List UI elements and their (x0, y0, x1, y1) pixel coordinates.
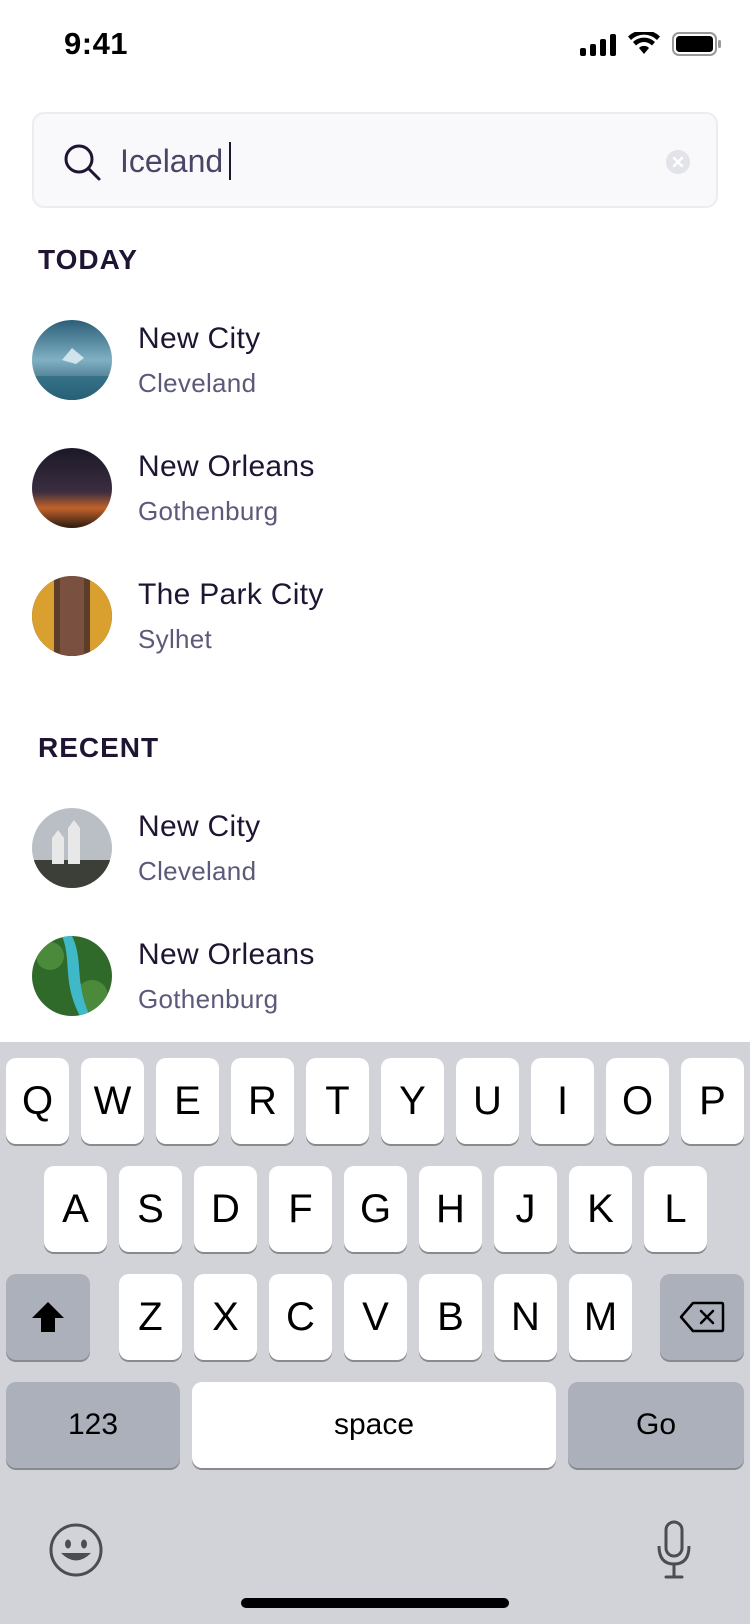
key-f[interactable]: F (269, 1166, 332, 1252)
item-title: New City (138, 810, 261, 843)
item-subtitle: Sylhet (138, 624, 213, 654)
key-j[interactable]: J (494, 1166, 557, 1252)
key-m[interactable]: M (569, 1274, 632, 1360)
key-h[interactable]: H (419, 1166, 482, 1252)
key-s[interactable]: S (119, 1166, 182, 1252)
microphone-icon[interactable] (656, 1520, 692, 1580)
key-d[interactable]: D (194, 1166, 257, 1252)
place-thumbnail (32, 808, 112, 888)
clear-icon[interactable] (666, 150, 690, 174)
key-e[interactable]: E (156, 1058, 219, 1144)
key-y[interactable]: Y (381, 1058, 444, 1144)
space-key[interactable]: space (192, 1382, 556, 1468)
key-p[interactable]: P (681, 1058, 744, 1144)
place-thumbnail (32, 448, 112, 528)
key-t[interactable]: T (306, 1058, 369, 1144)
key-r[interactable]: R (231, 1058, 294, 1144)
item-title: The Park City (138, 578, 324, 611)
key-b[interactable]: B (419, 1274, 482, 1360)
item-subtitle: Gothenburg (138, 496, 279, 526)
shift-icon (32, 1302, 64, 1332)
key-u[interactable]: U (456, 1058, 519, 1144)
backspace-icon (679, 1301, 725, 1333)
key-x[interactable]: X (194, 1274, 257, 1360)
list-item[interactable]: New Orleans Gothenburg (32, 936, 718, 1018)
numbers-key[interactable]: 123 (6, 1382, 180, 1468)
key-n[interactable]: N (494, 1274, 557, 1360)
key-g[interactable]: G (344, 1166, 407, 1252)
search-input[interactable]: Iceland (32, 112, 718, 208)
place-thumbnail (32, 320, 112, 400)
key-w[interactable]: W (81, 1058, 144, 1144)
key-l[interactable]: L (644, 1166, 707, 1252)
status-icons (580, 32, 722, 56)
place-thumbnail (32, 936, 112, 1016)
key-a[interactable]: A (44, 1166, 107, 1252)
list-item[interactable]: New Orleans Gothenburg (32, 448, 718, 530)
battery-icon (672, 32, 721, 56)
item-title: New Orleans (138, 938, 315, 971)
keyboard: Q W E R T Y U I O P A S D F G H J K L Z … (0, 1042, 750, 1624)
section-title-today: TODAY (38, 244, 138, 275)
key-z[interactable]: Z (119, 1274, 182, 1360)
text-caret (229, 142, 232, 180)
key-v[interactable]: V (344, 1274, 407, 1360)
item-title: New City (138, 322, 261, 355)
item-subtitle: Gothenburg (138, 984, 279, 1014)
search-text: Iceland (120, 143, 224, 179)
status-bar: 9:41 (0, 0, 750, 92)
section-title-recent: RECENT (38, 732, 160, 763)
key-o[interactable]: O (606, 1058, 669, 1144)
key-k[interactable]: K (569, 1166, 632, 1252)
home-indicator[interactable] (241, 1598, 509, 1608)
wifi-icon (628, 32, 660, 54)
key-c[interactable]: C (269, 1274, 332, 1360)
item-subtitle: Cleveland (138, 856, 257, 886)
list-item[interactable]: New City Cleveland (32, 808, 718, 890)
list-item[interactable]: New City Cleveland (32, 320, 718, 402)
emoji-icon[interactable] (48, 1522, 104, 1578)
search-icon (64, 144, 101, 181)
go-key[interactable]: Go (568, 1382, 744, 1468)
cellular-signal-icon (580, 32, 616, 56)
key-q[interactable]: Q (6, 1058, 69, 1144)
delete-key[interactable] (660, 1274, 744, 1360)
shift-key[interactable] (6, 1274, 90, 1360)
list-item[interactable]: The Park City Sylhet (32, 576, 718, 658)
status-time: 9:41 (64, 26, 129, 61)
search-value: Iceland (120, 140, 232, 182)
place-thumbnail (32, 576, 112, 656)
item-title: New Orleans (138, 450, 315, 483)
key-i[interactable]: I (531, 1058, 594, 1144)
item-subtitle: Cleveland (138, 368, 257, 398)
